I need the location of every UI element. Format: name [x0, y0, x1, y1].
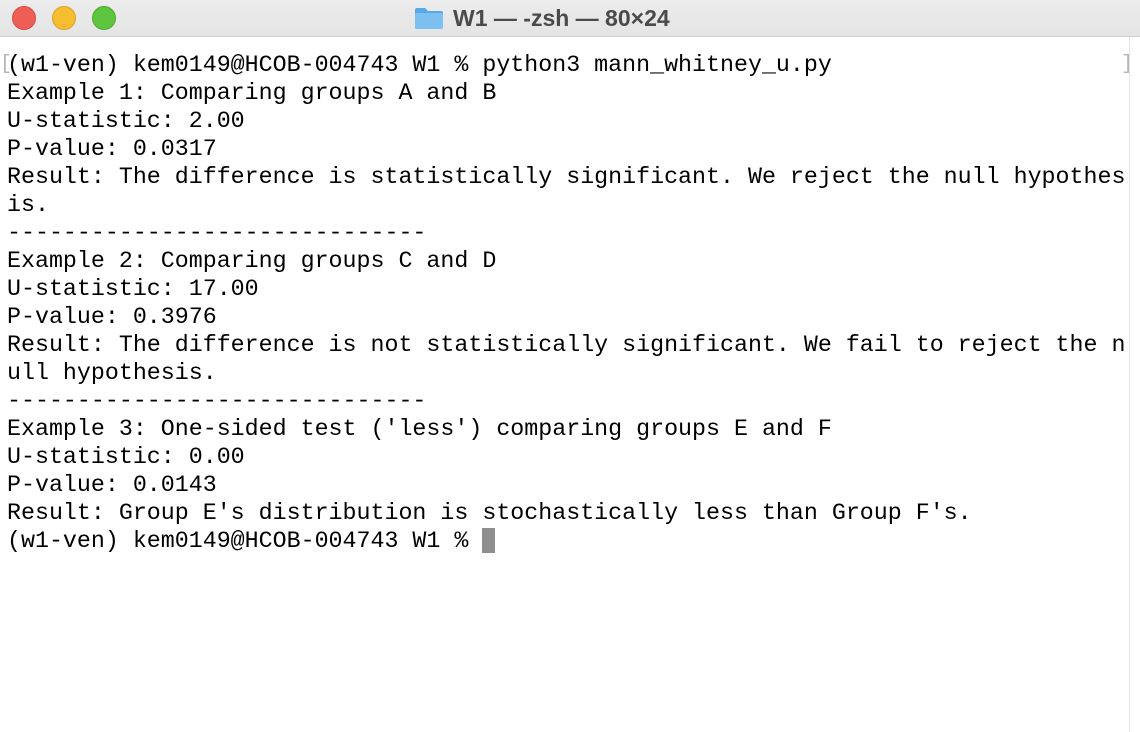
terminal-line: U-statistic: 17.00 — [7, 276, 259, 302]
terminal-line: Example 2: Comparing groups C and D — [7, 248, 497, 274]
terminal-line-separator: ------------------------------ — [7, 220, 427, 246]
terminal-line: Example 1: Comparing groups A and B — [7, 80, 497, 106]
terminal-line: U-statistic: 0.00 — [7, 444, 245, 470]
terminal-line: is. — [7, 192, 49, 218]
zoom-button[interactable] — [92, 6, 116, 30]
terminal-line: P-value: 0.0317 — [7, 136, 217, 162]
title-bar[interactable]: W1 — -zsh — 80×24 — [0, 0, 1140, 37]
terminal-line: U-statistic: 2.00 — [7, 108, 245, 134]
terminal-line-command: (w1-ven) kem0149@HCOB-004743 W1 % python… — [7, 52, 832, 78]
terminal-line: ull hypothesis. — [7, 360, 217, 386]
terminal-line: Result: The difference is not statistica… — [7, 332, 1126, 358]
terminal-line-separator: ------------------------------ — [7, 388, 427, 414]
window-title-text: W1 — -zsh — 80×24 — [453, 4, 670, 31]
terminal-content[interactable]: [ ] (w1-ven) kem0149@HCOB-004743 W1 % py… — [0, 37, 1133, 732]
shell-prompt: (w1-ven) kem0149@HCOB-004743 W1 % — [7, 528, 483, 554]
terminal-window: W1 — -zsh — 80×24 [ ] (w1-ven) kem0149@H… — [0, 0, 1140, 732]
scrollbar-track[interactable] — [1129, 37, 1140, 732]
close-button[interactable] — [12, 6, 36, 30]
minimize-button[interactable] — [52, 6, 76, 30]
terminal-line: P-value: 0.0143 — [7, 472, 217, 498]
terminal-line: Example 3: One-sided test ('less') compa… — [7, 416, 832, 442]
terminal-line: Result: Group E's distribution is stocha… — [7, 500, 972, 526]
window-title: W1 — -zsh — 80×24 — [414, 0, 670, 36]
terminal-line: P-value: 0.3976 — [7, 304, 217, 330]
terminal-prompt-line[interactable]: (w1-ven) kem0149@HCOB-004743 W1 % — [7, 527, 496, 555]
folder-icon — [415, 8, 443, 29]
terminal-line: Result: The difference is statistically … — [7, 164, 1126, 190]
text-cursor — [482, 528, 496, 553]
